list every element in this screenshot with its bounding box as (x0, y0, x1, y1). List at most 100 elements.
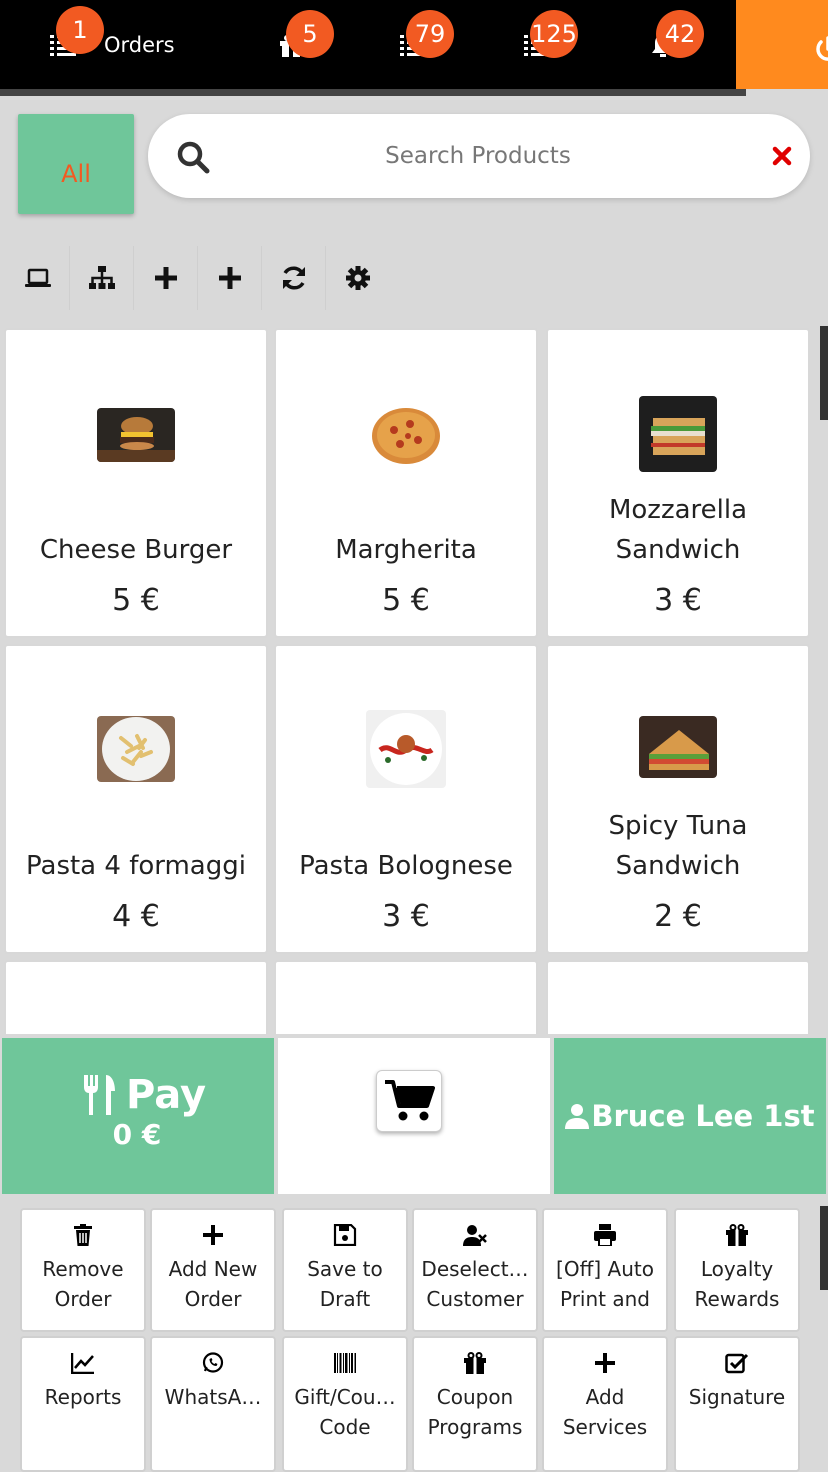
product-card[interactable] (274, 960, 538, 1034)
product-card-pasta-4-formaggi[interactable]: Pasta 4 formaggi 4 € (4, 644, 268, 954)
barcode-icon (334, 1353, 356, 1373)
product-name: Pasta 4 formaggi (26, 851, 246, 881)
product-price: 5 € (382, 583, 430, 618)
product-card-mozzarella-sandwich[interactable]: Mozzarella Sandwich 3 € (546, 328, 810, 638)
plus-icon (203, 1225, 223, 1245)
product-name: Mozzarella Sandwich (608, 495, 748, 565)
add-product-button[interactable] (134, 246, 198, 310)
plus-icon (218, 267, 241, 289)
action-label: Save to Draft (307, 1257, 383, 1311)
printer-icon (594, 1224, 616, 1246)
user-icon (565, 1104, 590, 1129)
product-name: Pasta Bolognese (299, 851, 513, 881)
orders-count-badge: 1 (56, 6, 104, 54)
gift-icon (464, 1352, 486, 1374)
add-category-button[interactable] (198, 246, 262, 310)
clear-search-icon[interactable] (770, 144, 794, 168)
order-actions-panel: Remove Order Add New Order Save to Draft… (0, 1196, 828, 1472)
plus-icon (595, 1353, 615, 1373)
search-bar (148, 114, 810, 198)
pay-button[interactable]: Pay 0 € (2, 1038, 274, 1194)
product-card-pasta-bolognese[interactable]: Pasta Bolognese 3 € (274, 644, 538, 954)
product-card[interactable] (546, 960, 810, 1034)
laptop-button[interactable] (6, 246, 70, 310)
orders-label: Orders (104, 33, 175, 57)
action-label: Deselect… Customer (421, 1257, 529, 1311)
product-name: Margherita (335, 535, 477, 565)
trash-icon (74, 1224, 92, 1246)
product-grid: Cheese Burger 5 € Margherita 5 € Mozzare… (0, 326, 820, 1034)
gift-coupon-code-button[interactable]: Gift/Cou… Code (282, 1336, 408, 1472)
list-2-count-badge: 79 (406, 10, 454, 58)
add-new-order-button[interactable]: Add New Order (150, 1208, 276, 1332)
chart-line-icon (71, 1353, 94, 1374)
refresh-icon (282, 266, 305, 290)
product-price: 4 € (112, 899, 160, 934)
notifications-count-badge: 42 (656, 10, 704, 58)
customer-button[interactable]: Bruce Lee 1st (554, 1038, 826, 1194)
action-label: Coupon Programs (427, 1385, 523, 1439)
list-3-count-badge: 125 (530, 10, 578, 58)
sitemap-icon (88, 266, 115, 289)
product-card[interactable] (4, 960, 268, 1034)
action-label: WhatsA… (164, 1385, 262, 1409)
auto-print-toggle[interactable]: [Off] Auto Print and (542, 1208, 668, 1332)
save-to-draft-button[interactable]: Save to Draft (282, 1208, 408, 1332)
remove-order-button[interactable]: Remove Order (20, 1208, 146, 1332)
action-label: Add New Order (168, 1257, 258, 1311)
product-price: 3 € (382, 899, 430, 934)
utensils-icon (84, 1075, 115, 1115)
save-icon (333, 1224, 357, 1246)
top-bar-divider (0, 89, 746, 96)
product-card-margherita[interactable]: Margherita 5 € (274, 328, 538, 638)
cart-button[interactable] (376, 1070, 442, 1132)
product-price: 3 € (654, 583, 702, 618)
pasta-bolognese-image (366, 710, 446, 788)
cart-icon (385, 1080, 435, 1121)
gifts-count-badge: 5 (286, 10, 334, 58)
search-input[interactable] (228, 134, 728, 178)
add-services-button[interactable]: Add Services (542, 1336, 668, 1472)
customer-name: Bruce Lee 1st (591, 1099, 815, 1133)
pay-label: Pay (126, 1072, 207, 1118)
action-label: Gift/Cou… Code (294, 1385, 396, 1439)
product-grid-scrollbar[interactable] (820, 326, 828, 420)
spicy-tuna-sandwich-image (639, 716, 717, 778)
product-name: Spicy Tuna Sandwich (608, 811, 748, 881)
loyalty-rewards-button[interactable]: Loyalty Rewards (674, 1208, 800, 1332)
signature-button[interactable]: Signature (674, 1336, 800, 1472)
plus-icon (154, 267, 177, 289)
categories-tree-button[interactable] (70, 246, 134, 310)
cart-panel (278, 1038, 550, 1194)
cheese-burger-image (97, 408, 175, 462)
action-label: Add Services (562, 1385, 648, 1439)
deselect-customer-button[interactable]: Deselect… Customer (412, 1208, 538, 1332)
refresh-button[interactable] (262, 246, 326, 310)
category-all-button[interactable]: All (18, 114, 134, 214)
user-times-icon (463, 1225, 487, 1246)
logout-button[interactable] (736, 0, 828, 89)
action-label: Signature (688, 1385, 786, 1409)
product-card-spicy-tuna-sandwich[interactable]: Spicy Tuna Sandwich 2 € (546, 644, 810, 954)
whatsapp-button[interactable]: WhatsA… (150, 1336, 276, 1472)
actions-scrollbar[interactable] (820, 1206, 828, 1290)
laptop-icon (24, 268, 51, 287)
action-label: Loyalty Rewards (694, 1257, 780, 1311)
whatsapp-icon (202, 1352, 224, 1373)
mozzarella-sandwich-image (639, 396, 717, 472)
product-price: 2 € (654, 899, 702, 934)
reports-button[interactable]: Reports (20, 1336, 146, 1472)
coupon-programs-button[interactable]: Coupon Programs (412, 1336, 538, 1472)
product-toolbar (6, 246, 390, 310)
gift-icon (726, 1224, 748, 1246)
product-price: 5 € (112, 583, 160, 618)
action-label: Reports (44, 1385, 122, 1409)
product-name: Cheese Burger (39, 535, 233, 565)
search-icon[interactable] (176, 140, 210, 174)
action-label: [Off] Auto Print and (556, 1257, 654, 1311)
product-card-cheese-burger[interactable]: Cheese Burger 5 € (4, 328, 268, 638)
action-label: Remove Order (42, 1257, 124, 1311)
settings-button[interactable] (326, 246, 390, 310)
power-icon (816, 36, 828, 61)
check-square-icon (725, 1353, 749, 1374)
